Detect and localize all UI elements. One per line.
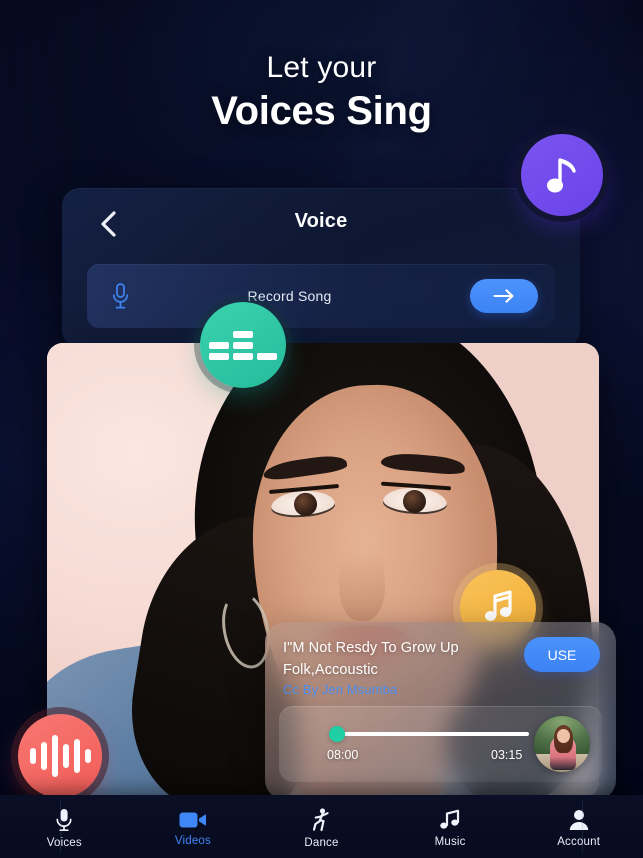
time-elapsed: 08:00 [327, 748, 359, 762]
song-artist-avatar[interactable] [534, 716, 590, 772]
record-song-field[interactable]: Record Song [87, 264, 555, 328]
headline-line-2: Voices Sing [211, 89, 432, 134]
avatar-head [557, 729, 570, 743]
equalizer-icon [209, 330, 277, 360]
page-title: Let your Voices Sing [0, 50, 643, 137]
nav-label-dance: Dance [304, 837, 339, 849]
microphone-icon [56, 809, 72, 832]
arrow-right-icon [493, 289, 514, 303]
nav-label-music: Music [434, 836, 466, 848]
app-background: Let your Voices Sing Voice Record Song I… [0, 0, 643, 858]
song-genre-text: Folk,Accoustic [283, 661, 378, 678]
audio-player: 08:00 03:15 [279, 706, 602, 782]
video-camera-icon [179, 812, 206, 828]
bottom-navigation: Voices Videos Dance Music Account [0, 795, 643, 858]
progress-thumb[interactable] [329, 726, 345, 742]
person-icon [569, 810, 588, 830]
photo-iris-right [402, 489, 427, 514]
waveform-badge[interactable] [18, 714, 102, 798]
time-remaining: 03:15 [491, 748, 523, 762]
submit-record-button[interactable] [470, 279, 538, 313]
nav-label-videos: Videos [174, 835, 211, 847]
dancer-icon [313, 808, 330, 832]
voice-card: Voice Record Song [62, 188, 580, 348]
song-title-text: I"M Not Resdy To Grow Up [283, 640, 459, 656]
voice-card-header: Voice [62, 188, 580, 260]
photo-nose [339, 529, 385, 621]
music-note-icon [440, 809, 460, 829]
voice-card-title: Voice [294, 210, 348, 232]
equalizer-badge[interactable] [200, 302, 286, 388]
photo-iris-left [293, 492, 318, 517]
nav-label-voices: Voices [46, 837, 82, 849]
waveform-icon [29, 733, 91, 779]
nav-item-videos[interactable]: Videos [129, 806, 258, 847]
music-note-badge[interactable] [521, 134, 603, 216]
nav-item-account[interactable]: Account [514, 805, 643, 848]
headline-line-1: Let your [266, 51, 377, 84]
record-song-label: Record Song [247, 288, 332, 304]
nav-item-music[interactable]: Music [386, 805, 515, 848]
nav-item-voices[interactable]: Voices [0, 804, 129, 849]
song-info-panel: I"M Not Resdy To Grow Up Folk,Accoustic … [265, 622, 616, 800]
nav-item-dance[interactable]: Dance [257, 804, 386, 849]
music-note-icon [547, 158, 576, 193]
nav-label-account: Account [557, 836, 601, 848]
song-title: I"M Not Resdy To Grow Up Folk,Accoustic [283, 638, 509, 682]
song-credit: Cc By Jen Msumba [283, 682, 398, 697]
use-button[interactable]: USE [524, 637, 600, 672]
progress-track[interactable] [335, 732, 529, 736]
